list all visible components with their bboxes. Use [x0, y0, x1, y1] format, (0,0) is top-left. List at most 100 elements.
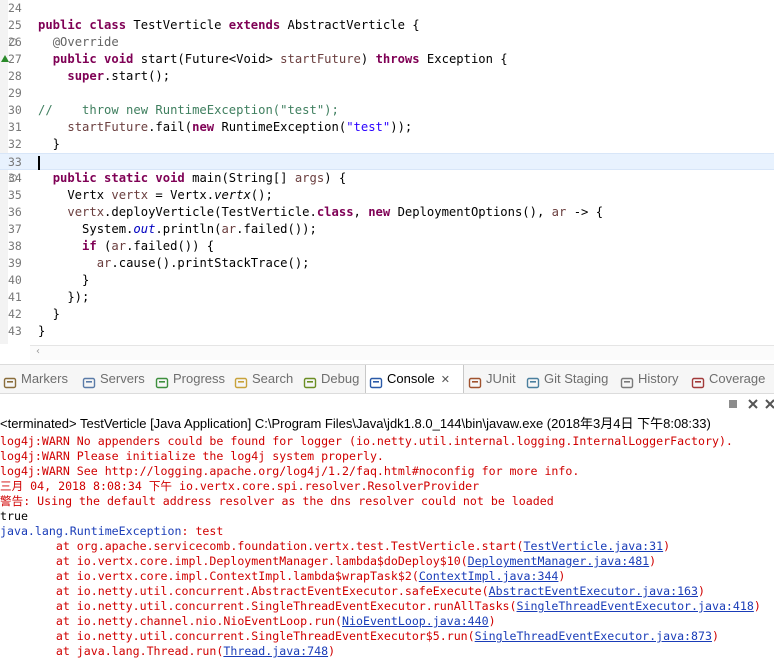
- tab-label: Git Staging: [544, 371, 609, 386]
- stack-frame-close: ): [649, 554, 657, 568]
- debug-icon: [303, 372, 317, 388]
- source-link[interactable]: ContextImpl.java:344: [419, 569, 559, 583]
- code-line[interactable]: 36 vertx.deployVerticle(TestVerticle.cla…: [0, 204, 774, 221]
- source-link[interactable]: AbstractEventExecutor.java:163: [489, 584, 698, 598]
- tab-git-staging[interactable]: Git Staging: [523, 365, 610, 393]
- tab-junit[interactable]: JUnit: [465, 365, 518, 393]
- junit-icon: [468, 372, 482, 388]
- code-line[interactable]: 34 public static void main(String[] args…: [0, 170, 774, 187]
- stack-trace-line: at io.netty.util.concurrent.SingleThread…: [0, 599, 761, 614]
- tab-label: Console: [387, 371, 435, 386]
- tab-history[interactable]: History: [617, 365, 682, 393]
- code-line[interactable]: 39 ar.cause().printStackTrace();: [0, 255, 774, 272]
- line-number: 38: [8, 239, 22, 253]
- code-line[interactable]: 24: [0, 0, 774, 17]
- view-tab-bar: Markers Servers Progress Search Debug Console…: [0, 364, 774, 394]
- exception-type-link[interactable]: java.lang.RuntimeException: [0, 524, 181, 538]
- tab-servers[interactable]: Servers: [79, 365, 146, 393]
- stack-frame-close: ): [711, 629, 719, 643]
- stack-trace-line: at io.vertx.core.impl.ContextImpl.lambda…: [0, 569, 566, 584]
- stack-trace-line: at io.netty.util.concurrent.SingleThread…: [0, 629, 719, 644]
- code-text: });: [38, 290, 90, 304]
- stack-frame-close: ): [558, 569, 566, 583]
- stack-frame-text: at org.apache.servicecomb.foundation.ver…: [0, 539, 524, 553]
- stack-trace-line: at java.lang.Thread.run(Thread.java:748): [0, 644, 335, 659]
- code-text: }: [38, 324, 46, 338]
- source-link[interactable]: SingleThreadEventExecutor.java:418: [517, 599, 754, 613]
- code-text: if (ar.failed()) {: [82, 239, 215, 253]
- stack-frame-close: ): [328, 644, 336, 658]
- tab-label: Search: [252, 371, 294, 386]
- line-number: 25: [8, 18, 22, 32]
- console-icon: [369, 372, 383, 388]
- code-line[interactable]: 32 }: [0, 136, 774, 153]
- code-text: [38, 154, 40, 171]
- code-line[interactable]: 26 @Override: [0, 34, 774, 51]
- code-line[interactable]: 27 public void start(Future<Void> startF…: [0, 51, 774, 68]
- line-number: 32: [8, 137, 22, 151]
- line-number: 40: [8, 273, 22, 287]
- code-line[interactable]: 37 System.out.println(ar.failed());: [0, 221, 774, 238]
- coverage-icon: [691, 372, 705, 388]
- stack-trace-line: at io.netty.channel.nio.NioEventLoop.run…: [0, 614, 496, 629]
- source-link[interactable]: DeploymentManager.java:481: [468, 554, 649, 568]
- code-text: startFuture.fail(new RuntimeException("t…: [67, 120, 413, 134]
- stack-frame-close: ): [753, 599, 761, 613]
- code-line[interactable]: 25 public class TestVerticle extends Abst…: [0, 17, 774, 34]
- editor-horizontal-scrollbar[interactable]: ‹: [30, 345, 774, 360]
- code-line[interactable]: 30 // throw new RuntimeException("test");: [0, 102, 774, 119]
- line-number: 27: [8, 52, 22, 66]
- line-number: 29: [8, 86, 22, 100]
- code-text: public class TestVerticle extends Abstra…: [38, 18, 420, 32]
- tab-coverage[interactable]: Coverage: [688, 365, 765, 393]
- code-line[interactable]: 35 Vertx vertx = Vertx.vertx();: [0, 187, 774, 204]
- line-number: 24: [8, 1, 22, 15]
- servers-icon: [82, 372, 96, 388]
- tab-console[interactable]: Console ✕: [365, 365, 464, 393]
- tab-search[interactable]: Search: [231, 365, 294, 393]
- line-number: 35: [8, 188, 22, 202]
- code-text: @Override: [52, 35, 119, 49]
- history-icon: [620, 372, 634, 388]
- source-link[interactable]: TestVerticle.java:31: [524, 539, 664, 553]
- scroll-left-icon[interactable]: ‹: [36, 346, 40, 357]
- stack-frame-close: ): [698, 584, 705, 598]
- tab-progress[interactable]: Progress: [152, 365, 227, 393]
- stack-frame-text: at java.lang.Thread.run(: [0, 644, 224, 658]
- tab-debug[interactable]: Debug: [300, 365, 363, 393]
- stop-icon[interactable]: [727, 398, 739, 410]
- code-line[interactable]: 41 });: [0, 289, 774, 306]
- code-line[interactable]: 43}: [0, 323, 774, 340]
- console-error-line: log4j:WARN Please initialize the log4j s…: [0, 449, 384, 463]
- source-link[interactable]: Thread.java:748: [223, 644, 328, 658]
- search-icon: [234, 372, 248, 388]
- tab-label: Markers: [21, 371, 68, 386]
- stack-frame-close: ): [663, 539, 671, 553]
- code-line[interactable]: 33: [0, 153, 774, 170]
- remove-launch-icon[interactable]: [747, 398, 759, 410]
- close-tab-icon[interactable]: ✕: [441, 374, 450, 386]
- code-text: ar.cause().printStackTrace();: [96, 256, 310, 270]
- code-line[interactable]: 38 if (ar.failed()) {: [0, 238, 774, 255]
- code-text: public void start(Future<Void> startFutu…: [52, 52, 508, 66]
- code-line[interactable]: 40 }: [0, 272, 774, 289]
- console-error-line: 警告: Using the default address resolver a…: [0, 494, 554, 508]
- tab-label: History: [638, 371, 679, 386]
- tab-label: JUnit: [486, 371, 516, 386]
- source-link[interactable]: NioEventLoop.java:440: [342, 614, 489, 628]
- console-output[interactable]: log4j:WARN No appenders could be found f…: [0, 432, 774, 666]
- tab-markers[interactable]: Markers: [0, 365, 73, 393]
- code-line[interactable]: 28 super.start();: [0, 68, 774, 85]
- code-line[interactable]: 42 }: [0, 306, 774, 323]
- code-line[interactable]: 29: [0, 85, 774, 102]
- stack-frame-close: ): [488, 614, 496, 628]
- line-number: 31: [8, 120, 22, 134]
- markers-icon: [3, 372, 17, 388]
- remove-all-terminated-icon[interactable]: [764, 398, 774, 410]
- line-number: 30: [8, 103, 22, 117]
- code-line[interactable]: 31 startFuture.fail(new RuntimeException…: [0, 119, 774, 136]
- git-staging-icon: [526, 372, 540, 388]
- source-link[interactable]: SingleThreadEventExecutor.java:873: [475, 629, 712, 643]
- code-text: }: [38, 307, 61, 321]
- code-editor[interactable]: 24 25 public class TestVerticle extends Ab…: [0, 0, 774, 360]
